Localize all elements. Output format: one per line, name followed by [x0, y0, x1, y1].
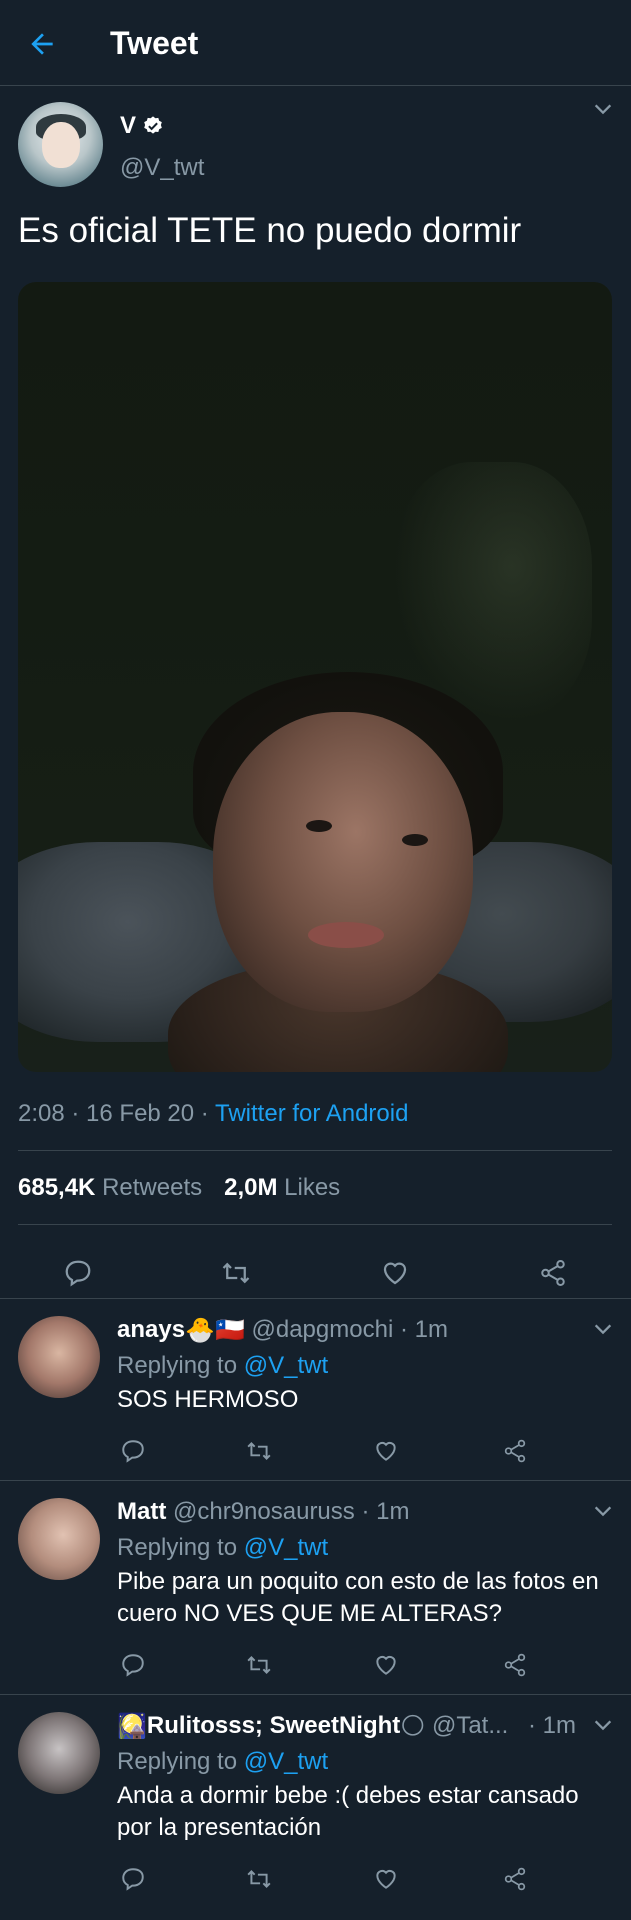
reply-text: Anda a dormir bebe :( debes estar cansad…	[117, 1782, 579, 1841]
likes-count: 2,0M	[224, 1174, 278, 1201]
replying-label: Replying to	[117, 1748, 244, 1775]
tweet-timestamp: 2:08 · 16 Feb 20 ·	[18, 1100, 216, 1127]
reply-time-wrap: · 1m	[528, 1712, 576, 1740]
like-icon[interactable]	[373, 1438, 399, 1464]
reply-author-name[interactable]: anays	[117, 1316, 185, 1343]
share-icon[interactable]	[502, 1652, 528, 1678]
reply-time: · 1m	[361, 1498, 410, 1525]
reply-time: · 1m	[528, 1712, 576, 1739]
mention-link[interactable]: @V_twt	[244, 1534, 328, 1561]
chevron-down-icon[interactable]	[592, 1714, 614, 1736]
tweet-meta: 2:08 · 16 Feb 20 · Twitter for Android	[18, 1100, 408, 1128]
share-icon[interactable]	[502, 1438, 528, 1464]
like-icon[interactable]	[380, 1258, 410, 1288]
share-icon[interactable]	[502, 1866, 528, 1892]
chevron-down-icon[interactable]	[592, 1318, 614, 1340]
avatar[interactable]	[18, 1498, 100, 1580]
likes-label: Likes	[284, 1174, 341, 1201]
author-name-row[interactable]: V	[120, 112, 164, 140]
reply-tweet[interactable]: anays🐣🇨🇱 @dapgmochi · 1m Replying to @V_…	[0, 1298, 631, 1480]
page-title: Tweet	[110, 25, 199, 61]
reply-author-name[interactable]: Matt	[117, 1498, 166, 1525]
share-icon[interactable]	[538, 1258, 568, 1288]
reply-header: anays🐣🇨🇱 @dapgmochi · 1m	[117, 1316, 448, 1345]
reply-author-handle[interactable]: @dapgmochi	[252, 1316, 394, 1343]
replying-to: Replying to @V_twt	[117, 1352, 328, 1380]
tweet-text: Es oficial TETE no puedo dormir	[18, 211, 522, 250]
reply-tweet[interactable]: Matt @chr9nosauruss · 1m Replying to @V_…	[0, 1480, 631, 1694]
reply-header: 🎑Rulitosss; SweetNight🌕 @Tat...	[117, 1712, 537, 1741]
reply-tweet[interactable]: 🎑Rulitosss; SweetNight🌕 @Tat... · 1m Rep…	[0, 1694, 631, 1920]
tweet-photo[interactable]	[18, 282, 612, 1072]
divider	[18, 1150, 612, 1151]
retweets-label: Retweets	[102, 1174, 203, 1201]
avatar[interactable]	[18, 1316, 100, 1398]
name-emoji-suffix: 🌕	[400, 1713, 426, 1741]
author-handle[interactable]: @V_twt	[120, 154, 204, 182]
name-emojis: 🐣🇨🇱	[185, 1317, 245, 1345]
replying-to: Replying to @V_twt	[117, 1534, 328, 1562]
retweet-icon[interactable]	[246, 1438, 272, 1464]
mention-link[interactable]: @V_twt	[244, 1352, 328, 1379]
avatar[interactable]	[18, 102, 103, 187]
retweet-icon[interactable]	[221, 1258, 251, 1288]
reply-header: Matt @chr9nosauruss · 1m	[117, 1498, 409, 1526]
like-icon[interactable]	[373, 1652, 399, 1678]
reply-time: · 1m	[399, 1316, 448, 1343]
like-icon[interactable]	[373, 1866, 399, 1892]
name-emoji-prefix: 🎑	[117, 1713, 147, 1741]
replying-label: Replying to	[117, 1534, 244, 1561]
replying-label: Replying to	[117, 1352, 244, 1379]
replying-to: Replying to @V_twt	[117, 1748, 328, 1776]
author-name: V	[120, 112, 137, 139]
avatar[interactable]	[18, 1712, 100, 1794]
reply-icon[interactable]	[120, 1438, 146, 1464]
reply-author-name[interactable]: Rulitosss; SweetNight	[147, 1712, 400, 1739]
reply-icon[interactable]	[63, 1258, 93, 1288]
retweets-stat[interactable]: 685,4K Retweets	[18, 1174, 202, 1202]
reply-author-handle[interactable]: @chr9nosauruss	[173, 1498, 355, 1525]
tweet-stats: 685,4K Retweets 2,0M Likes	[18, 1174, 340, 1202]
likes-stat[interactable]: 2,0M Likes	[224, 1174, 340, 1202]
back-arrow-icon[interactable]	[26, 28, 58, 60]
reply-text: SOS HERMOSO	[117, 1386, 299, 1413]
mention-link[interactable]: @V_twt	[244, 1748, 328, 1775]
reply-text: Pibe para un poquito con esto de las fot…	[117, 1568, 599, 1627]
verified-badge-icon	[144, 116, 162, 134]
top-bar: Tweet	[0, 0, 631, 86]
chevron-down-icon[interactable]	[592, 1500, 614, 1522]
client-link[interactable]: Twitter for Android	[215, 1100, 408, 1127]
retweet-icon[interactable]	[246, 1652, 272, 1678]
divider	[18, 1224, 612, 1225]
retweet-icon[interactable]	[246, 1866, 272, 1892]
reply-author-handle[interactable]: @Tat...	[432, 1712, 508, 1739]
reply-icon[interactable]	[120, 1652, 146, 1678]
chevron-down-icon[interactable]	[592, 98, 614, 120]
retweets-count: 685,4K	[18, 1174, 96, 1201]
reply-icon[interactable]	[120, 1866, 146, 1892]
